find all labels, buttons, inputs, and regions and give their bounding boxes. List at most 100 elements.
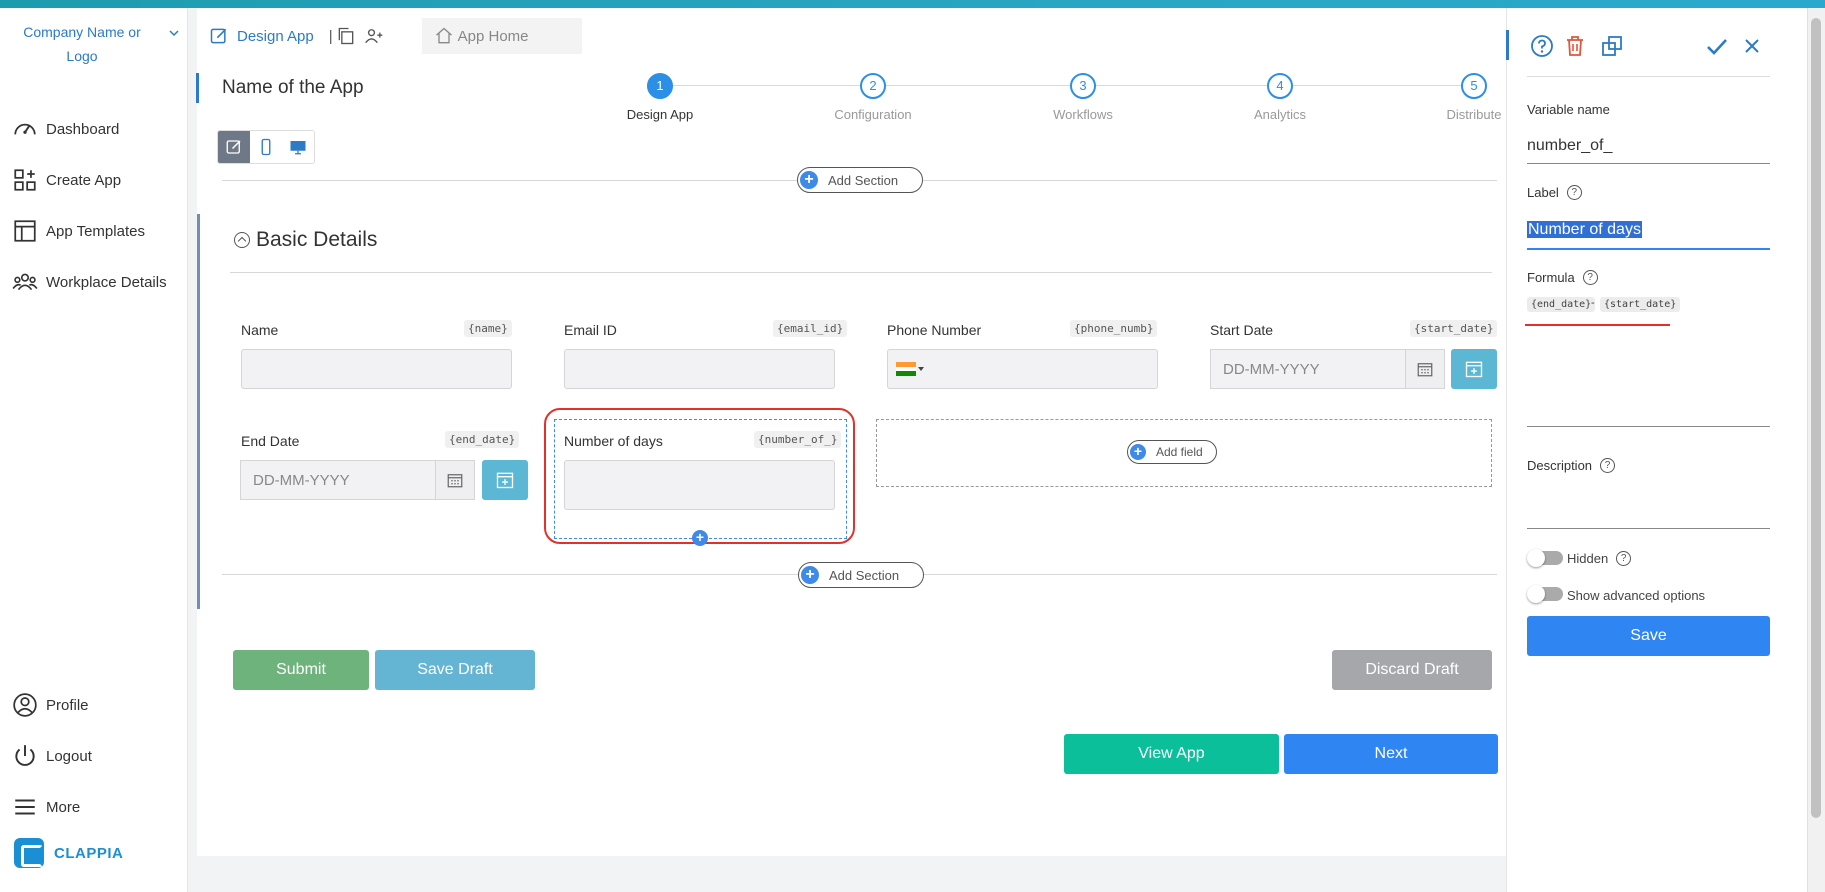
copy-icon[interactable] [336,26,356,46]
duplicate-button[interactable] [1599,33,1625,59]
sidebar-item-workplace-details[interactable]: Workplace Details [12,267,167,297]
field-label-end-date: End Date [241,433,300,449]
add-below-icon[interactable]: + [692,530,708,546]
create-app-icon [14,169,36,191]
add-section-label: Add Section [829,567,900,583]
view-app-button[interactable]: View App [1064,734,1279,774]
tab-design-app[interactable]: Design App | [197,18,404,54]
step-workflows[interactable]: 3 Workflows [1013,73,1153,122]
sidebar-item-more[interactable]: More [12,792,80,822]
mobile-view-button[interactable] [250,131,282,163]
field-label-email: Email ID [564,322,617,338]
field-label-phone: Phone Number [887,322,982,338]
confirm-button[interactable] [1704,33,1730,59]
calendar-icon-start[interactable] [1405,349,1445,389]
sidebar-item-dashboard[interactable]: Dashboard [12,114,119,144]
plus-icon: + [800,171,818,189]
next-button[interactable]: Next [1284,734,1498,774]
label-field-label: Label ? [1527,185,1582,200]
save-draft-button[interactable]: Save Draft [375,650,535,690]
check-icon [1707,39,1727,55]
end-date-input[interactable]: DD-MM-YYYY [240,460,435,500]
number-of-days-input[interactable] [564,460,835,510]
step-configuration[interactable]: 2 Configuration [803,73,943,122]
save-button[interactable]: Save [1527,616,1770,656]
edit-icon [226,140,241,154]
start-date-input[interactable]: DD-MM-YYYY [1210,349,1405,389]
end-date-picker-button[interactable] [482,460,528,500]
sidebar-item-profile[interactable]: Profile [12,690,89,720]
name-input[interactable] [241,349,512,389]
description-input-underline[interactable] [1527,528,1770,529]
sidebar-item-logout[interactable]: Logout [12,741,92,771]
hidden-label: Hidden ? [1567,551,1632,566]
step-number: 4 [1267,73,1293,99]
help-circle-icon[interactable]: ? [1616,551,1632,566]
formula-chip-start-date[interactable]: {start_date} [1600,297,1681,312]
step-analytics[interactable]: 4 Analytics [1210,73,1350,122]
formula-text: Formula [1527,270,1575,285]
section-header[interactable]: Basic Details [234,228,377,252]
sidebar-item-label: Dashboard [46,120,120,138]
calendar-icon [447,474,463,488]
scrollbar-thumb[interactable] [1811,18,1821,818]
top-accent-bar [0,0,1825,8]
clappia-logo: CLAPPIA [14,838,123,868]
end-date-field: DD-MM-YYYY [240,460,475,500]
help-circle-icon[interactable]: ? [1566,185,1582,200]
sidebar-item-label: Create App [46,171,122,189]
step-label: Analytics [1253,107,1307,122]
add-field-button[interactable]: + Add field [1127,440,1217,464]
sidebar-item-label: Workplace Details [46,273,167,291]
sidebar-item-app-templates[interactable]: App Templates [12,216,145,246]
help-circle-icon[interactable]: ? [1582,270,1598,285]
collapse-icon[interactable] [234,232,250,248]
app-name[interactable]: Name of the App [222,77,364,99]
desktop-view-button[interactable] [282,131,314,163]
add-section-button-bottom[interactable]: + Add Section [798,562,924,588]
company-name[interactable]: Company Name or Logo [18,20,146,68]
calendar-icon-end[interactable] [435,460,475,500]
phone-input[interactable] [887,349,1158,389]
caret-down-icon[interactable] [916,364,926,374]
label-input-underline [1527,248,1770,250]
variable-name-input[interactable]: number_of_ [1527,137,1612,155]
delete-button[interactable] [1562,33,1588,59]
hidden-toggle[interactable] [1527,549,1563,567]
add-field-label: Add field [1156,445,1203,459]
plus-icon: + [801,566,819,584]
label-input[interactable]: Number of days [1527,221,1642,239]
edit-icon [210,28,227,44]
variable-tag-phone: {phone_numb} [1070,320,1158,337]
help-button[interactable] [1529,33,1555,59]
label-text: Label [1527,185,1559,200]
section-title-divider [230,272,1492,273]
discard-draft-button[interactable]: Discard Draft [1332,650,1492,690]
step-design-app[interactable]: 1 Design App [590,73,730,122]
logo-icon [14,838,44,868]
email-input[interactable] [564,349,835,389]
tab-app-home[interactable]: App Home [421,18,582,54]
step-label: Workflows [1053,107,1113,122]
templates-icon [14,220,36,242]
india-flag-icon[interactable] [896,362,916,377]
chevron-down-icon[interactable] [168,27,180,39]
close-icon [1745,39,1759,53]
close-panel-button[interactable] [1739,33,1765,59]
help-circle-icon[interactable]: ? [1600,458,1616,473]
formula-chip-end-date[interactable]: {end_date} [1527,297,1596,312]
sidebar-item-create-app[interactable]: Create App [12,165,121,195]
variable-tag-start-date: {start_date} [1410,320,1498,337]
submit-button[interactable]: Submit [233,650,369,690]
separator: | [328,27,333,45]
add-section-button-top[interactable]: + Add Section [797,167,923,193]
add-user-icon[interactable] [364,26,384,46]
field-label-start-date: Start Date [1210,322,1274,338]
step-label: Design App [626,107,694,122]
hidden-text: Hidden [1567,551,1609,566]
tab-actions: | [326,26,392,46]
editor-view-button[interactable] [218,131,250,163]
sidebar-item-label: Logout [46,747,92,765]
advanced-options-toggle[interactable] [1527,585,1563,603]
start-date-picker-button[interactable] [1451,349,1497,389]
